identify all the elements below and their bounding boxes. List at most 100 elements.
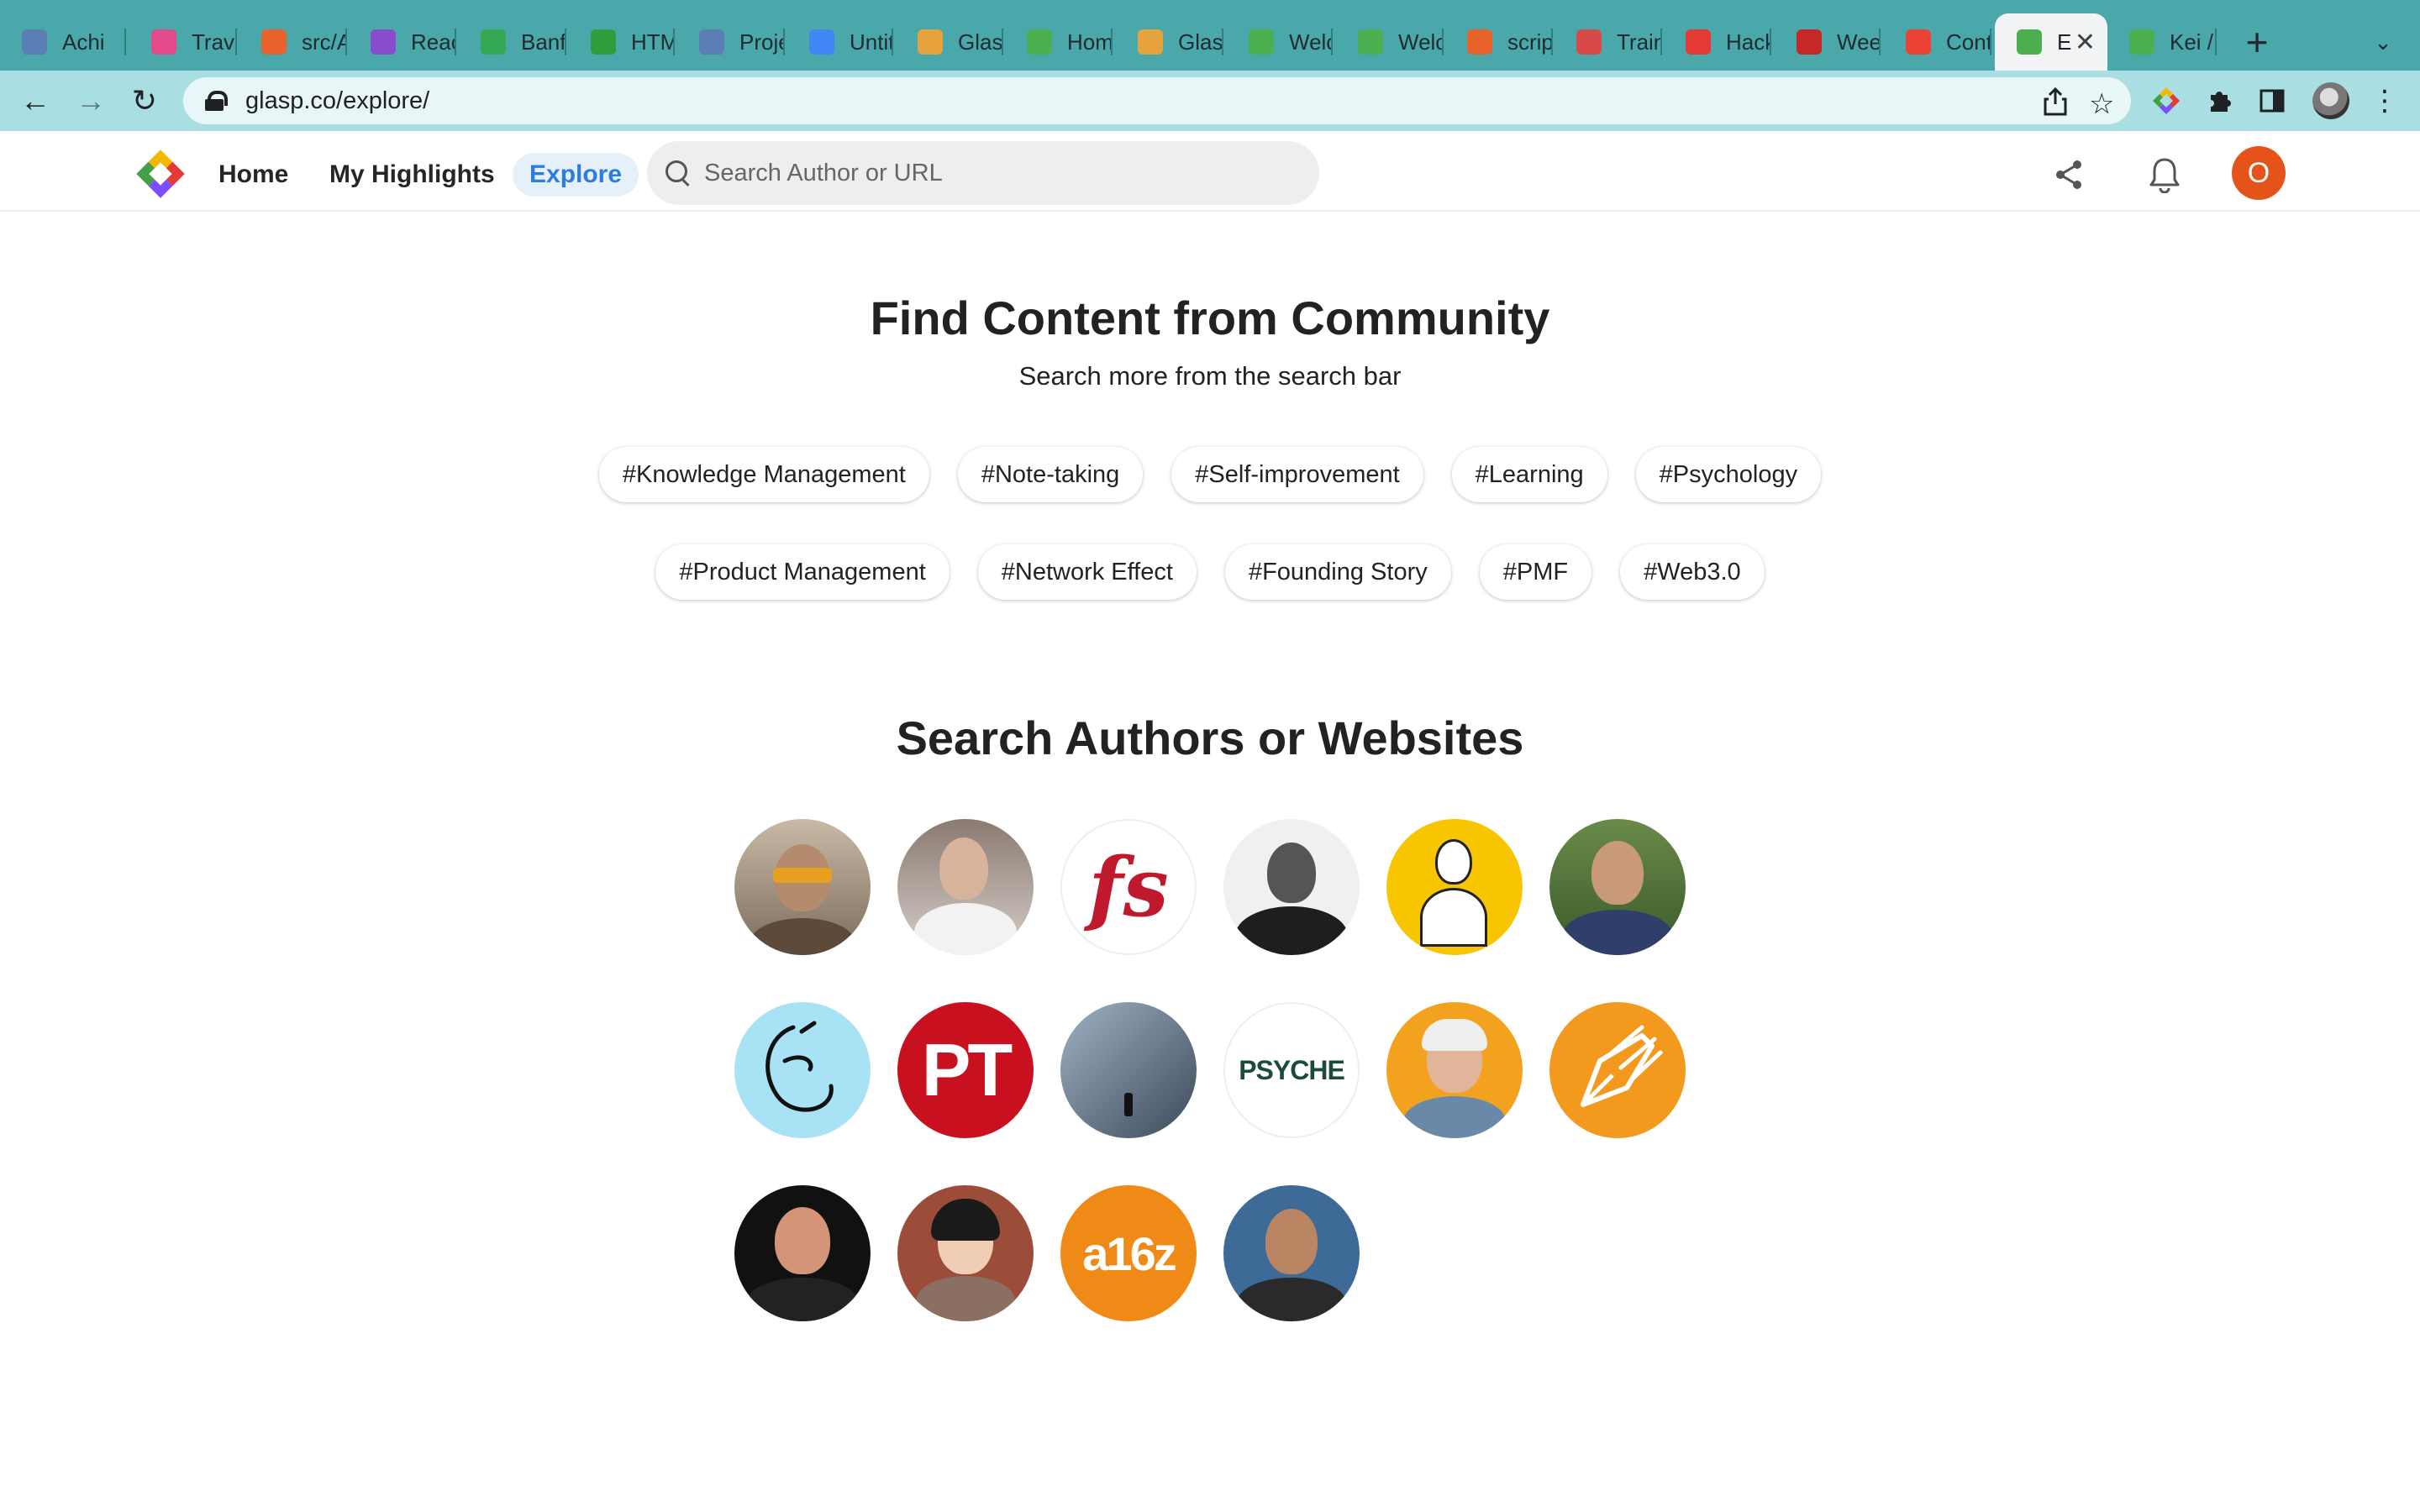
- tab-close-icon[interactable]: ✕: [2075, 28, 2096, 57]
- tag-self-improvement[interactable]: #Self-improvement: [1171, 447, 1423, 502]
- browser-tab[interactable]: Proje: [677, 13, 785, 71]
- browser-toolbar: ← → ↻ glasp.co/explore/ ☆ ⋮: [0, 71, 2420, 131]
- user-avatar[interactable]: O: [2232, 146, 2286, 200]
- browser-tab[interactable]: Glas: [896, 13, 1003, 71]
- author-logo-landscape[interactable]: [1060, 1002, 1197, 1138]
- nav-my-highlights-link[interactable]: My Highlights: [313, 153, 512, 197]
- tag-web3[interactable]: #Web3.0: [1620, 544, 1765, 600]
- tab-label: Trave: [192, 29, 237, 55]
- browser-tab[interactable]: Welc: [1227, 13, 1333, 71]
- browser-tab[interactable]: src/A: [239, 13, 347, 71]
- address-url[interactable]: glasp.co/explore/: [245, 87, 429, 115]
- back-icon[interactable]: ←: [13, 79, 57, 123]
- tab-separator: [892, 29, 893, 55]
- browser-tab[interactable]: Hack: [1664, 13, 1771, 71]
- browser-tab[interactable]: Kei /: [2107, 13, 2217, 71]
- browser-tab[interactable]: Achi: [0, 13, 126, 71]
- author-search-input[interactable]: [704, 159, 1276, 187]
- page-title: Find Content from Community: [870, 291, 1550, 344]
- author-avatar-8[interactable]: [1223, 1185, 1360, 1321]
- glasp-extension-icon[interactable]: [2144, 79, 2188, 123]
- tab-favicon-icon: [371, 29, 396, 55]
- tab-favicon-icon: [809, 29, 834, 55]
- tab-label: Cont: [1946, 29, 1991, 55]
- extensions-puzzle-icon[interactable]: [2198, 79, 2242, 123]
- author-logo-fs[interactable]: fs: [1060, 819, 1197, 955]
- tab-search-chevron-icon[interactable]: ⌄: [2360, 18, 2407, 66]
- author-search-bar[interactable]: [647, 141, 1319, 205]
- tab-favicon-icon: [1467, 29, 1492, 55]
- browser-tab[interactable]: Cont: [1884, 13, 1991, 71]
- tag-pmf[interactable]: #PMF: [1479, 544, 1592, 600]
- tag-network-effect[interactable]: #Network Effect: [977, 544, 1197, 600]
- tab-label: Wee: [1837, 29, 1881, 55]
- browser-tab[interactable]: Wee: [1775, 13, 1881, 71]
- browser-tab[interactable]: E ✕: [1995, 13, 2107, 71]
- address-bar[interactable]: glasp.co/explore/ ☆: [183, 77, 2131, 124]
- tab-label: Glas: [958, 29, 1003, 55]
- author-avatar-3[interactable]: [1223, 819, 1360, 955]
- fs-logo-text: fs: [1088, 839, 1169, 935]
- tab-separator: [1551, 29, 1553, 55]
- reload-icon[interactable]: ↻: [123, 79, 166, 123]
- browser-tab[interactable]: Untit: [787, 13, 893, 71]
- tab-separator: [565, 29, 566, 55]
- tab-separator: [1442, 29, 1444, 55]
- author-logo-a16z[interactable]: a16z: [1060, 1185, 1197, 1321]
- authors-section-title: Search Authors or Websites: [896, 711, 1524, 764]
- browser-tab[interactable]: Reac: [349, 13, 456, 71]
- glasp-logo-icon[interactable]: [136, 150, 185, 198]
- tab-favicon-icon: [2129, 29, 2154, 55]
- author-logo-psyche[interactable]: PSYCHE: [1223, 1002, 1360, 1138]
- author-avatar-2[interactable]: [897, 819, 1034, 955]
- browser-tab[interactable]: Trave: [129, 13, 237, 71]
- browser-tab[interactable]: Train: [1555, 13, 1662, 71]
- tab-favicon-icon: [1358, 29, 1383, 55]
- tag-product-management[interactable]: #Product Management: [655, 544, 950, 600]
- share-page-icon[interactable]: [2044, 87, 2067, 123]
- author-avatar-4[interactable]: [1549, 819, 1686, 955]
- tag-psychology[interactable]: #Psychology: [1635, 447, 1822, 502]
- author-avatar-5[interactable]: [1386, 1002, 1523, 1138]
- browser-menu-icon[interactable]: ⋮: [2363, 79, 2407, 123]
- tab-favicon-icon: [151, 29, 176, 55]
- author-logo-pt[interactable]: PT: [897, 1002, 1034, 1138]
- forward-icon[interactable]: →: [69, 79, 113, 123]
- browser-tab[interactable]: Welc: [1336, 13, 1444, 71]
- tab-label: Untit: [850, 29, 893, 55]
- tag-note-taking[interactable]: #Note-taking: [957, 447, 1144, 502]
- browser-tab[interactable]: HTM: [569, 13, 675, 71]
- tab-favicon-icon: [1138, 29, 1163, 55]
- author-logo-signature[interactable]: [734, 1002, 871, 1138]
- tab-label: Hom: [1067, 29, 1113, 55]
- author-avatar-1[interactable]: [734, 819, 871, 955]
- bookmark-star-icon[interactable]: ☆: [2089, 87, 2114, 121]
- tab-favicon-icon: [699, 29, 724, 55]
- new-tab-plus-icon[interactable]: +: [2233, 18, 2281, 66]
- tab-separator: [1660, 29, 1662, 55]
- browser-tab-strip: Achi Trave src/A Reac Banf HTM Proje Untit Glas H…: [0, 0, 2420, 71]
- side-panel-icon[interactable]: [2250, 79, 2294, 123]
- tag-knowledge-management[interactable]: #Knowledge Management: [598, 447, 929, 502]
- nav-home-link[interactable]: Home: [202, 153, 305, 197]
- browser-tab[interactable]: scrip: [1445, 13, 1553, 71]
- tab-separator: [455, 29, 456, 55]
- tab-label: Train: [1617, 29, 1662, 55]
- lock-icon: [205, 91, 228, 111]
- tab-favicon-icon: [2017, 29, 2042, 55]
- author-avatar-7[interactable]: [897, 1185, 1034, 1321]
- author-avatar-illustration[interactable]: [1386, 819, 1523, 955]
- browser-tab[interactable]: Glas: [1116, 13, 1223, 71]
- browser-profile-avatar[interactable]: [2312, 82, 2349, 119]
- nav-explore-link[interactable]: Explore: [513, 153, 639, 197]
- tag-learning[interactable]: #Learning: [1451, 447, 1607, 502]
- notification-bell-icon[interactable]: [2143, 153, 2186, 197]
- tab-label: Proje: [739, 29, 785, 55]
- author-avatar-6[interactable]: [734, 1185, 871, 1321]
- browser-tab[interactable]: Banf: [459, 13, 566, 71]
- tag-founding-story[interactable]: #Founding Story: [1224, 544, 1451, 600]
- author-logo-pen[interactable]: [1549, 1002, 1686, 1138]
- tag-row-1: #Knowledge Management #Note-taking #Self…: [0, 447, 2420, 502]
- browser-tab[interactable]: Hom: [1005, 13, 1113, 71]
- share-icon[interactable]: [2047, 153, 2091, 197]
